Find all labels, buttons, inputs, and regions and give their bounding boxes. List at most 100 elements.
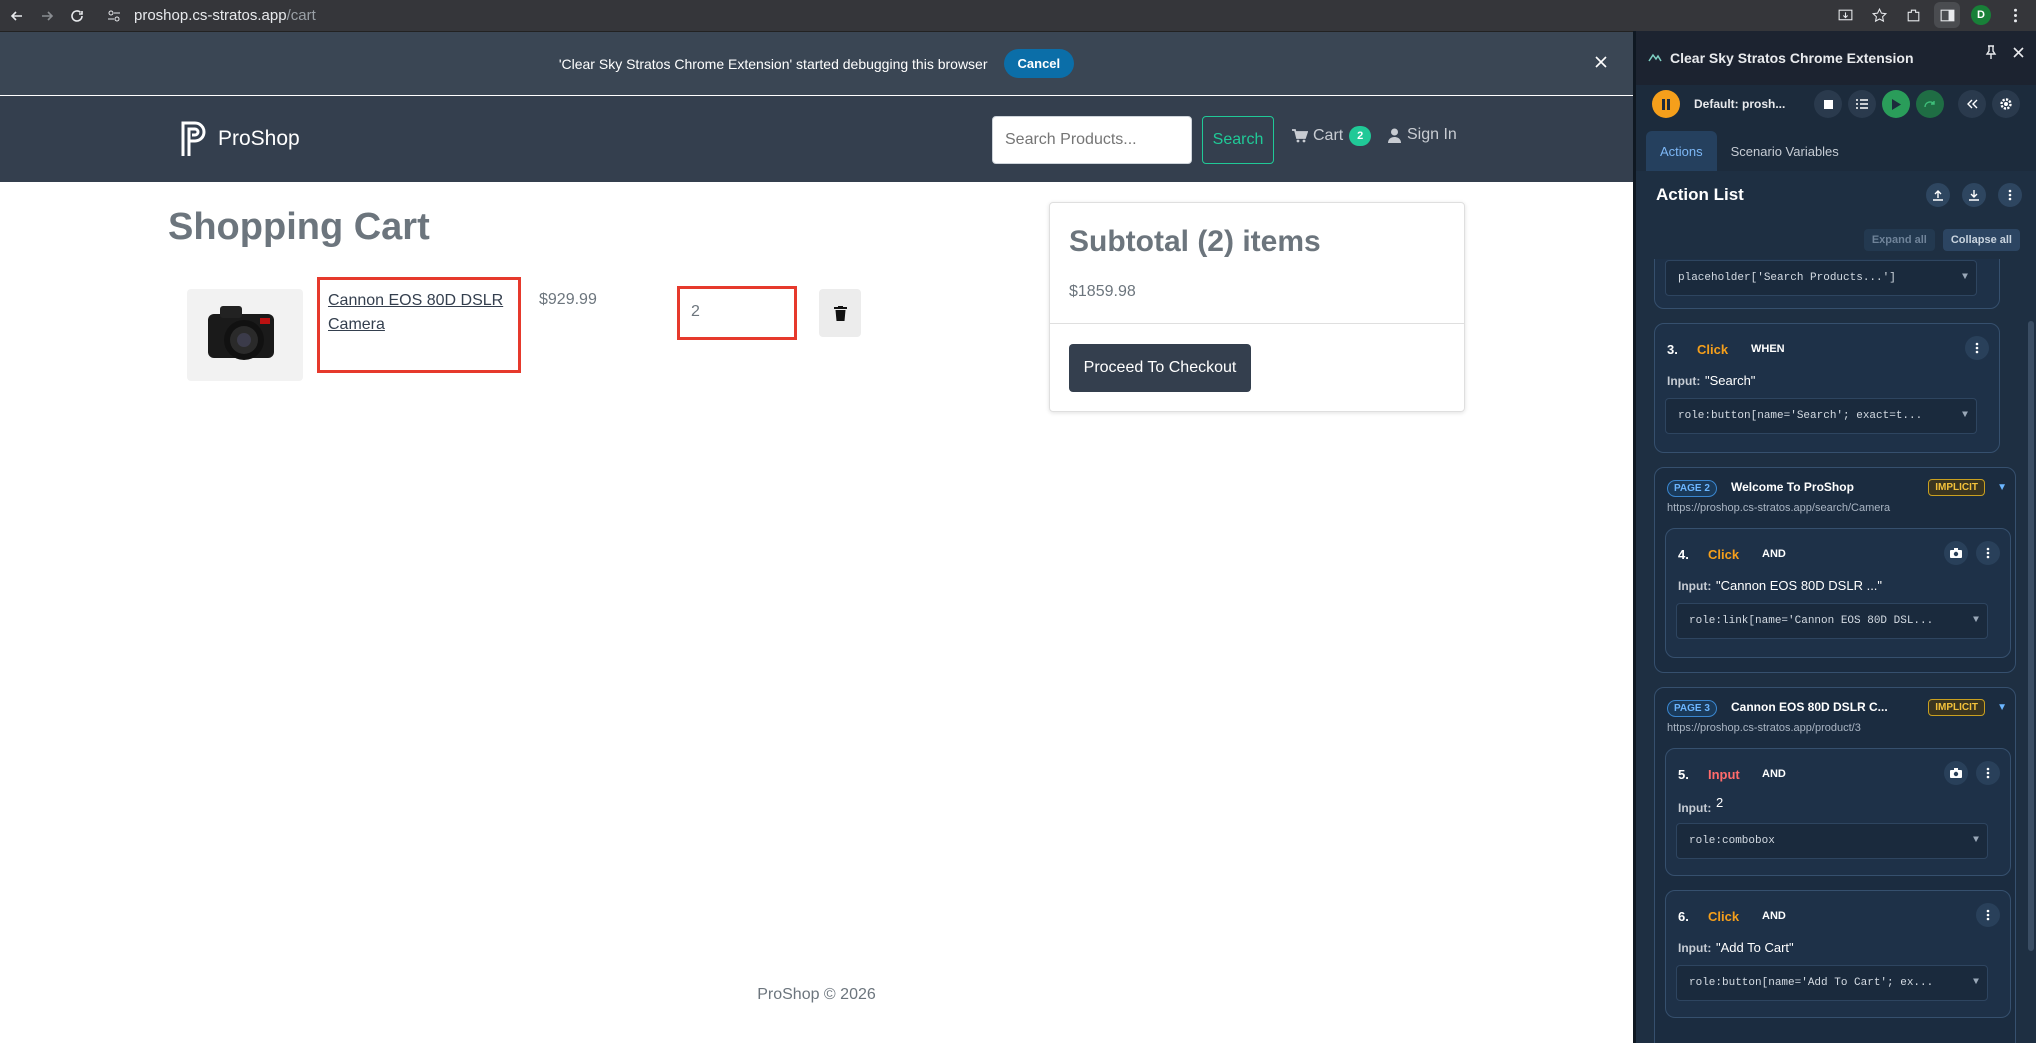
play-icon[interactable] [1882,90,1910,118]
product-image [187,289,303,381]
side-panel-icon[interactable] [1934,2,1960,28]
tab-scenario-variables[interactable]: Scenario Variables [1717,131,1853,171]
extensions-icon[interactable] [1900,2,1926,28]
step-action: Click [1708,909,1740,924]
extension-title: Clear Sky Stratos Chrome Extension [1670,50,1914,66]
more-options-icon[interactable] [1976,903,2000,927]
divider [1050,323,1464,324]
cart-label: Cart [1313,127,1344,144]
input-value: 2 [1716,795,1724,810]
user-icon [1388,128,1401,143]
download-icon[interactable] [1962,183,1986,207]
search-button[interactable]: Search [1202,116,1274,164]
footer-text: ProShop © 2026 [757,986,876,1003]
close-icon[interactable] [1591,52,1611,72]
site-settings-icon[interactable] [104,6,124,26]
collapse-all-button[interactable]: Collapse all [1942,229,2020,251]
step-conjunction: AND [1762,910,1786,922]
brand-name: ProShop [218,127,300,150]
page-title: Shopping Cart [168,206,430,248]
scenario-profile-label[interactable]: Default: prosh... [1694,97,1808,111]
cancel-debugging-button[interactable]: Cancel [1003,49,1075,78]
order-summary-card: Subtotal (2) items $1859.98 Proceed To C… [1049,202,1465,412]
reload-icon[interactable] [64,3,90,29]
subtotal-amount: $1859.98 [1069,283,1136,300]
page-group: PAGE 3 Cannon EOS 80D DSLR C... IMPLICIT… [1654,687,2016,1043]
selector-dropdown[interactable]: role:button[name='Search'; exact=t... ▼ [1665,398,1977,434]
step-number: 5. [1678,767,1689,782]
camera-icon[interactable] [1944,761,1968,785]
subtotal-title: Subtotal (2) items [1069,225,1321,258]
page-group: PAGE 2 Welcome To ProShop IMPLICIT ▼ htt… [1654,467,2016,673]
brand-link[interactable]: ProShop [180,120,300,158]
action-list-title: Action List [1656,185,1744,204]
input-label: Input: [1678,941,1712,955]
extension-titlebar: Clear Sky Stratos Chrome Extension [1636,31,2036,85]
implicit-badge: IMPLICIT [1928,479,1985,496]
selector-dropdown[interactable]: role:button[name='Add To Cart'; ex... ▼ [1676,965,1988,1001]
remove-item-button[interactable] [819,289,861,337]
close-panel-icon[interactable] [2013,45,2024,63]
page-url: https://proshop.cs-stratos.app/search/Ca… [1667,502,1891,514]
action-list-section: Action List Expand all Collapse all plac… [1636,171,2036,1043]
settings-gear-icon[interactable] [1992,90,2020,118]
upload-icon[interactable] [1926,183,1950,207]
scrollbar[interactable] [2028,321,2034,951]
step-number: 4. [1678,547,1689,562]
more-options-icon[interactable] [1998,183,2022,207]
cart-icon [1292,129,1308,143]
trash-icon [833,305,847,321]
product-name-link[interactable]: Cannon EOS 80D DSLR Camera [328,289,508,337]
action-card: 5. Input AND Input: 2 role:combobox ▼ [1665,748,2011,876]
selector-dropdown[interactable]: role:combobox ▼ [1676,823,1988,859]
cart-link[interactable]: Cart 2 [1292,126,1372,146]
chevron-down-icon[interactable]: ▼ [1997,702,2007,713]
action-list-scroll: placeholder['Search Products...'] ▼ 3. Cl… [1636,259,2036,1043]
tab-actions[interactable]: Actions [1646,131,1717,171]
search-input[interactable] [992,116,1192,164]
address-bar[interactable]: proshop.cs-stratos.app/cart [98,2,316,30]
selector-dropdown[interactable]: role:link[name='Cannon EOS 80D DSL... ▼ [1676,603,1988,639]
forward-icon[interactable] [34,3,60,29]
step-action: Input [1708,767,1740,782]
back-icon[interactable] [4,3,30,29]
url-host: proshop.cs-stratos.app [134,7,287,24]
stop-icon[interactable] [1814,90,1842,118]
chevron-down-icon: ▼ [1961,410,1968,421]
install-app-icon[interactable] [1832,2,1858,28]
chevron-down-icon[interactable]: ▼ [1997,482,2007,493]
input-value: "Add To Cart" [1716,940,1794,955]
step-conjunction: AND [1762,768,1786,780]
implicit-badge: IMPLICIT [1928,699,1985,716]
extension-side-panel: Clear Sky Stratos Chrome Extension Defau… [1633,31,2036,1043]
redo-icon[interactable] [1916,90,1944,118]
sign-in-link[interactable]: Sign In [1388,126,1457,144]
bookmark-star-icon[interactable] [1866,2,1892,28]
step-conjunction: AND [1762,548,1786,560]
more-options-icon[interactable] [1965,336,1989,360]
more-options-icon[interactable] [1976,761,2000,785]
expand-all-button[interactable]: Expand all [1863,229,1935,251]
extension-tabs: Actions Scenario Variables [1636,127,2036,171]
pin-icon[interactable] [1985,45,1997,63]
proceed-to-checkout-button[interactable]: Proceed To Checkout [1069,344,1251,392]
action-card: 6. Click AND Input: "Add To Cart" role:b… [1665,890,2011,1018]
browser-toolbar: proshop.cs-stratos.app/cart D [0,0,2036,31]
list-icon[interactable] [1848,90,1876,118]
web-page: 'Clear Sky Stratos Chrome Extension' sta… [0,31,1633,1043]
step-action: Click [1697,342,1729,357]
profile-avatar[interactable]: D [1968,2,1994,28]
input-label: Input: [1678,579,1712,593]
action-list-header: Action List [1636,171,2036,219]
page-badge: PAGE 3 [1667,700,1717,717]
page-group-title: Welcome To ProShop [1731,480,1854,494]
selector-dropdown[interactable]: placeholder['Search Products...'] ▼ [1665,260,1977,296]
collapse-panel-icon[interactable] [1958,90,1986,118]
page-badge: PAGE 2 [1667,480,1717,497]
more-options-icon[interactable] [1976,541,2000,565]
camera-icon[interactable] [1944,541,1968,565]
quantity-select[interactable]: 2 [691,303,700,321]
action-card: placeholder['Search Products...'] ▼ [1654,259,2000,309]
pause-icon[interactable] [1652,90,1680,118]
chrome-menu-icon[interactable] [2002,2,2028,28]
